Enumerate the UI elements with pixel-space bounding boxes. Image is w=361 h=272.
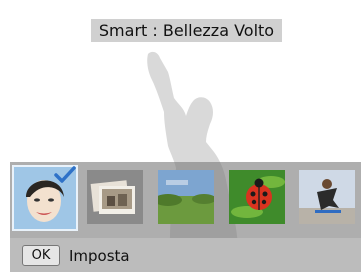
photo-frame-icon [87,170,143,224]
mode-thumb-landscape[interactable] [158,170,214,224]
skateboarder-icon [299,170,355,224]
screen-title: Smart : Bellezza Volto [91,19,282,42]
checkmark-icon [54,166,76,183]
ok-button[interactable]: OK [22,245,60,266]
ok-action-label: Imposta [69,247,130,265]
landscape-icon [158,170,214,224]
mode-thumb-action[interactable] [299,170,355,224]
mode-thumb-macro[interactable] [229,170,285,224]
ladybug-icon [229,170,285,224]
mode-thumb-frame-photo[interactable] [87,170,143,224]
footer-bar [10,238,361,272]
